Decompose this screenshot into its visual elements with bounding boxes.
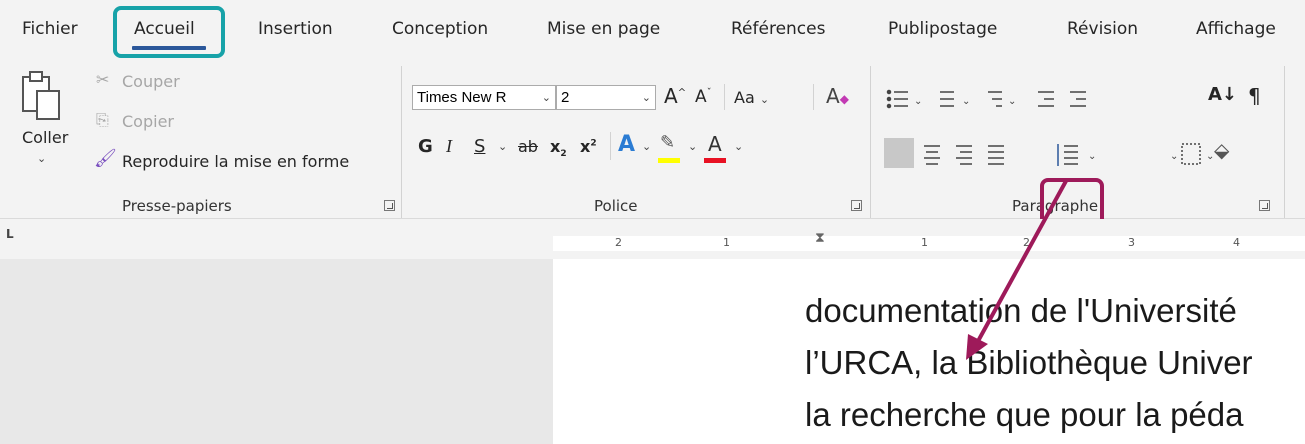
indent-marker-icon[interactable]: ⧗ bbox=[815, 230, 825, 246]
format-painter-button[interactable]: Reproduire la mise en forme bbox=[122, 152, 349, 171]
paragraph-icons: ⌄ ⌄ ⌄ ⌄ ⌄ ⌄ bbox=[886, 89, 1214, 166]
font-color-button[interactable]: A bbox=[708, 132, 722, 156]
italic-button[interactable]: I bbox=[446, 136, 452, 157]
shading-icon[interactable]: ⬙ bbox=[1214, 138, 1229, 162]
svg-text:⌄: ⌄ bbox=[1008, 96, 1016, 107]
ruler-tick: 4 bbox=[1233, 236, 1240, 249]
chevron-down-icon[interactable]: ⌄ bbox=[642, 140, 651, 153]
cut-icon: ✂ bbox=[96, 70, 110, 89]
clipboard-launcher-icon[interactable] bbox=[384, 200, 395, 211]
highlight-icon[interactable]: ✎ bbox=[660, 132, 675, 153]
font-size-combo[interactable]: 2 ⌄ bbox=[556, 85, 656, 110]
tab-insertion[interactable]: Insertion bbox=[258, 19, 333, 39]
bold-button[interactable]: G bbox=[418, 136, 433, 157]
ribbon-tab-bar: Fichier Accueil Insertion Conception Mis… bbox=[0, 0, 1305, 60]
paste-label[interactable]: Coller bbox=[22, 128, 68, 147]
sort-button[interactable]: A↓ bbox=[1208, 84, 1237, 105]
tab-mise-en-page[interactable]: Mise en page bbox=[547, 19, 660, 39]
strikethrough-icon[interactable]: ab bbox=[518, 137, 538, 156]
copy-icon: ⎘ bbox=[96, 110, 109, 129]
ruler-tick: 1 bbox=[723, 236, 730, 249]
tab-highlight-annotation bbox=[113, 6, 225, 58]
svg-text:⌄: ⌄ bbox=[1088, 151, 1096, 162]
svg-text:⌄: ⌄ bbox=[962, 96, 970, 107]
font-size-value: 2 bbox=[561, 89, 570, 106]
superscript-icon[interactable]: x2 bbox=[580, 137, 597, 156]
paste-icon[interactable] bbox=[18, 66, 64, 126]
font-color-bar bbox=[704, 158, 726, 163]
group-divider bbox=[401, 66, 402, 218]
align-left-button[interactable] bbox=[884, 138, 914, 168]
clipboard-group-label: Presse-papiers bbox=[122, 197, 232, 215]
shrink-font-glyph: A bbox=[695, 87, 707, 107]
ruler-tick: 3 bbox=[1128, 236, 1135, 249]
clear-formatting-icon[interactable]: A◆ bbox=[826, 84, 849, 108]
tab-affichage[interactable]: Affichage bbox=[1196, 19, 1276, 39]
text-effects-button[interactable]: A bbox=[618, 132, 635, 157]
svg-text:⌄: ⌄ bbox=[1170, 151, 1178, 162]
paste-dropdown-icon[interactable]: ⌄ bbox=[37, 152, 46, 165]
cut-button[interactable]: Couper bbox=[122, 72, 180, 91]
document-line: la recherche que pour la péda bbox=[805, 396, 1244, 433]
ruler-tick: 2 bbox=[615, 236, 622, 249]
change-case-button[interactable]: Aa ⌄ bbox=[734, 88, 769, 107]
tab-fichier[interactable]: Fichier bbox=[22, 19, 78, 39]
tab-selector[interactable]: L bbox=[6, 227, 14, 241]
tab-publipostage[interactable]: Publipostage bbox=[888, 19, 997, 39]
divider bbox=[813, 84, 814, 110]
copy-button[interactable]: Copier bbox=[122, 112, 174, 131]
group-divider bbox=[1284, 66, 1285, 218]
tab-references[interactable]: Références bbox=[731, 19, 825, 39]
grow-font-glyph: A bbox=[664, 84, 678, 108]
underline-dropdown-icon[interactable]: ⌄ bbox=[498, 140, 507, 153]
subscript-icon[interactable]: x2 bbox=[550, 137, 567, 159]
chevron-down-icon: ⌄ bbox=[641, 92, 651, 104]
group-divider bbox=[870, 66, 871, 218]
chevron-down-icon[interactable]: ⌄ bbox=[734, 140, 743, 153]
format-painter-icon: 🖌 bbox=[94, 148, 117, 169]
paragraph-launcher-icon[interactable] bbox=[1259, 200, 1270, 211]
chevron-down-icon: ⌄ bbox=[541, 92, 551, 104]
highlight-color-bar bbox=[658, 158, 680, 163]
change-case-label: Aa bbox=[734, 88, 755, 107]
show-formatting-button[interactable]: ¶ bbox=[1248, 84, 1261, 108]
ruler-tick: 1 bbox=[921, 236, 928, 249]
ruler-tick: 2 bbox=[1023, 236, 1030, 249]
document-line: l’URCA, la Bibliothèque Univer bbox=[805, 344, 1253, 381]
shrink-font-button[interactable]: Aˇ bbox=[695, 87, 712, 107]
font-group-label: Police bbox=[594, 197, 638, 215]
document-line: documentation de l'Université bbox=[805, 292, 1237, 329]
grow-font-button[interactable]: A^ bbox=[664, 84, 686, 108]
ribbon: Coller ⌄ ✂ Couper ⎘ Copier 🖌 Reproduire … bbox=[0, 60, 1305, 238]
font-launcher-icon[interactable] bbox=[851, 200, 862, 211]
font-name-combo[interactable]: Times New R ⌄ bbox=[412, 85, 556, 110]
ruler[interactable]: 2 1 1 2 3 4 ⧗ bbox=[553, 230, 1305, 251]
divider bbox=[610, 132, 611, 160]
tab-conception[interactable]: Conception bbox=[392, 19, 488, 39]
tab-revision[interactable]: Révision bbox=[1067, 19, 1138, 39]
font-name-value: Times New R bbox=[417, 89, 507, 106]
svg-text:⌄: ⌄ bbox=[914, 96, 922, 107]
chevron-down-icon[interactable]: ⌄ bbox=[688, 140, 697, 153]
divider bbox=[724, 84, 725, 110]
underline-button[interactable]: S bbox=[474, 136, 485, 157]
